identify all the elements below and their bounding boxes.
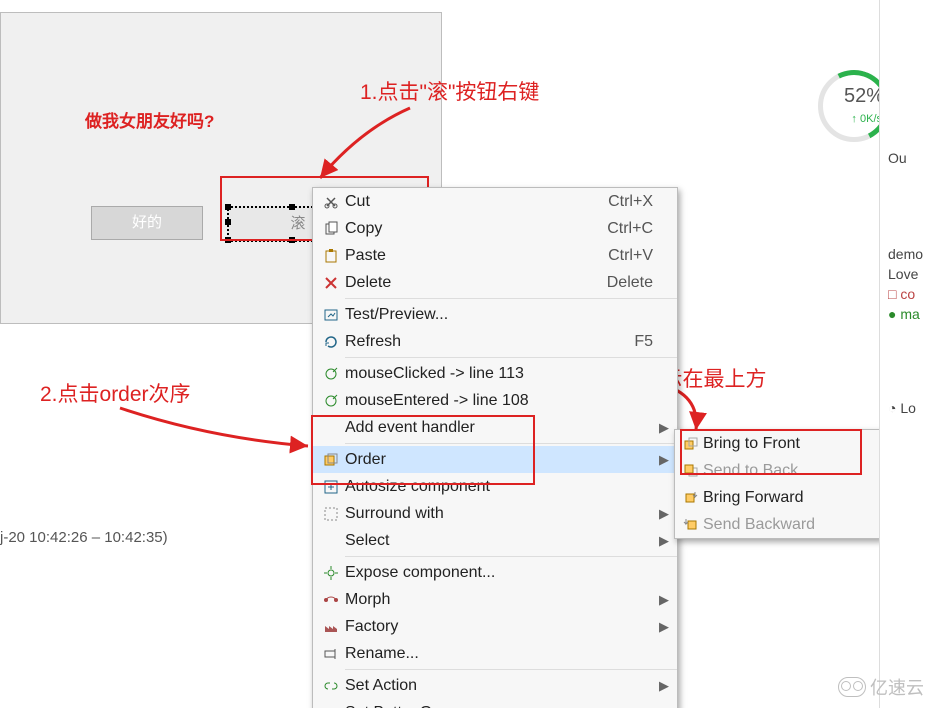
submenu-item-bring-forward[interactable]: Bring Forward xyxy=(675,484,881,511)
delete-icon xyxy=(317,275,345,291)
autosize-icon xyxy=(317,479,345,495)
link-icon xyxy=(317,678,345,694)
menu-item-mouseclicked-line-113[interactable]: mouseClicked -> line 113 xyxy=(313,360,677,387)
menu-item-autosize-component[interactable]: Autosize component xyxy=(313,473,677,500)
menu-label: Paste xyxy=(345,247,608,265)
cpu-meter-value: 52% xyxy=(844,85,884,108)
surround-icon xyxy=(317,506,345,522)
menu-item-factory[interactable]: Factory▶ xyxy=(313,613,677,640)
submenu-label: Send Backward xyxy=(703,516,873,534)
menu-label: Delete xyxy=(345,274,607,292)
submenu-item-bring-to-front[interactable]: Bring to Front xyxy=(675,430,881,457)
menu-item-refresh[interactable]: RefreshF5 xyxy=(313,328,677,355)
menu-item-cut[interactable]: CutCtrl+X xyxy=(313,188,677,215)
menu-label: Rename... xyxy=(345,645,653,663)
status-text: j-20 10:42:26 – 10:42:35) xyxy=(0,529,168,546)
menu-label: Surround with xyxy=(345,505,653,523)
front-icon xyxy=(679,436,703,452)
submenu-item-send-backward: Send Backward xyxy=(675,511,881,538)
menu-item-delete[interactable]: DeleteDelete xyxy=(313,269,677,296)
side-label: demo xyxy=(888,246,936,262)
menu-item-rename-[interactable]: Rename... xyxy=(313,640,677,667)
side-label: Ou xyxy=(888,150,936,166)
annotation-step2: 2.点击order次序 xyxy=(40,378,191,408)
menu-label: Morph xyxy=(345,591,653,609)
order-icon xyxy=(317,452,345,468)
menu-label: Order xyxy=(345,451,653,469)
submenu-arrow-icon: ▶ xyxy=(657,506,669,522)
menu-label: Expose component... xyxy=(345,564,653,582)
watermark-icon xyxy=(838,677,866,697)
forward-icon xyxy=(679,490,703,506)
watermark: 亿速云 xyxy=(838,674,924,700)
menu-label: Select xyxy=(345,532,653,550)
submenu-arrow-icon: ▶ xyxy=(657,533,669,549)
side-panel: Ou demo Love □ co ● ma ◔ Lo xyxy=(879,0,936,708)
side-label: □ co xyxy=(888,286,936,302)
menu-shortcut: F5 xyxy=(634,333,657,351)
menu-label: mouseClicked -> line 113 xyxy=(345,365,653,383)
menu-label: Test/Preview... xyxy=(345,306,653,324)
annotation-step1: 1.点击"滚"按钮右键 xyxy=(360,76,539,106)
submenu-label: Send to Back xyxy=(703,462,873,480)
menu-item-morph[interactable]: Morph▶ xyxy=(313,586,677,613)
menu-item-paste[interactable]: PasteCtrl+V xyxy=(313,242,677,269)
prompt-label: 做我女朋友好吗? xyxy=(85,107,214,132)
menu-shortcut: Ctrl+V xyxy=(608,247,657,265)
rename-icon xyxy=(317,646,345,662)
copy-icon xyxy=(317,221,345,237)
ok-button[interactable]: 好的 xyxy=(91,206,203,240)
menu-label: Cut xyxy=(345,193,608,211)
paste-icon xyxy=(317,248,345,264)
back-icon xyxy=(679,463,703,479)
submenu-label: Bring to Front xyxy=(703,435,873,453)
cpu-meter-rate: ↑ 0K/s xyxy=(851,113,882,125)
menu-shortcut: Ctrl+X xyxy=(608,193,657,211)
event-icon xyxy=(317,393,345,409)
menu-item-set-action[interactable]: Set Action▶ xyxy=(313,672,677,699)
refresh-icon xyxy=(317,334,345,350)
menu-label: Add event handler xyxy=(345,419,653,437)
side-label: Love xyxy=(888,266,936,282)
morph-icon xyxy=(317,592,345,608)
submenu-arrow-icon: ▶ xyxy=(657,705,669,708)
order-submenu[interactable]: Bring to Front Send to Back Bring Forward S… xyxy=(674,429,882,539)
menu-label: Set ButtonGroup xyxy=(345,704,653,708)
factory-icon xyxy=(317,619,345,635)
submenu-arrow-icon: ▶ xyxy=(657,619,669,635)
submenu-item-send-to-back: Send to Back xyxy=(675,457,881,484)
submenu-arrow-icon: ▶ xyxy=(657,592,669,608)
menu-label: mouseEntered -> line 108 xyxy=(345,392,653,410)
menu-item-mouseentered-line-108[interactable]: mouseEntered -> line 108 xyxy=(313,387,677,414)
side-label: ◔ Lo xyxy=(888,400,936,416)
gear-icon xyxy=(317,565,345,581)
menu-item-copy[interactable]: CopyCtrl+C xyxy=(313,215,677,242)
submenu-arrow-icon: ▶ xyxy=(657,452,669,468)
menu-label: Factory xyxy=(345,618,653,636)
menu-shortcut: Ctrl+C xyxy=(607,220,657,238)
event-icon xyxy=(317,366,345,382)
menu-label: Autosize component xyxy=(345,478,653,496)
submenu-arrow-icon: ▶ xyxy=(657,420,669,436)
menu-item-select[interactable]: Select▶ xyxy=(313,527,677,554)
backward-icon xyxy=(679,517,703,533)
side-label: ● ma xyxy=(888,306,936,322)
menu-item-order[interactable]: Order▶ xyxy=(313,446,677,473)
menu-shortcut: Delete xyxy=(607,274,657,292)
cut-icon xyxy=(317,194,345,210)
submenu-label: Bring Forward xyxy=(703,489,873,507)
menu-label: Refresh xyxy=(345,333,634,351)
menu-item-test-preview-[interactable]: Test/Preview... xyxy=(313,301,677,328)
menu-item-surround-with[interactable]: Surround with▶ xyxy=(313,500,677,527)
group-icon xyxy=(317,705,345,708)
menu-item-set-buttongroup[interactable]: Set ButtonGroup ▶ xyxy=(313,699,677,708)
submenu-arrow-icon: ▶ xyxy=(657,678,669,694)
preview-icon xyxy=(317,307,345,323)
menu-label: Set Action xyxy=(345,677,653,695)
menu-item-expose-component-[interactable]: Expose component... xyxy=(313,559,677,586)
menu-item-add-event-handler[interactable]: Add event handler▶ xyxy=(313,414,677,441)
context-menu[interactable]: CutCtrl+XCopyCtrl+CPasteCtrl+VDeleteDele… xyxy=(312,187,678,708)
menu-label: Copy xyxy=(345,220,607,238)
